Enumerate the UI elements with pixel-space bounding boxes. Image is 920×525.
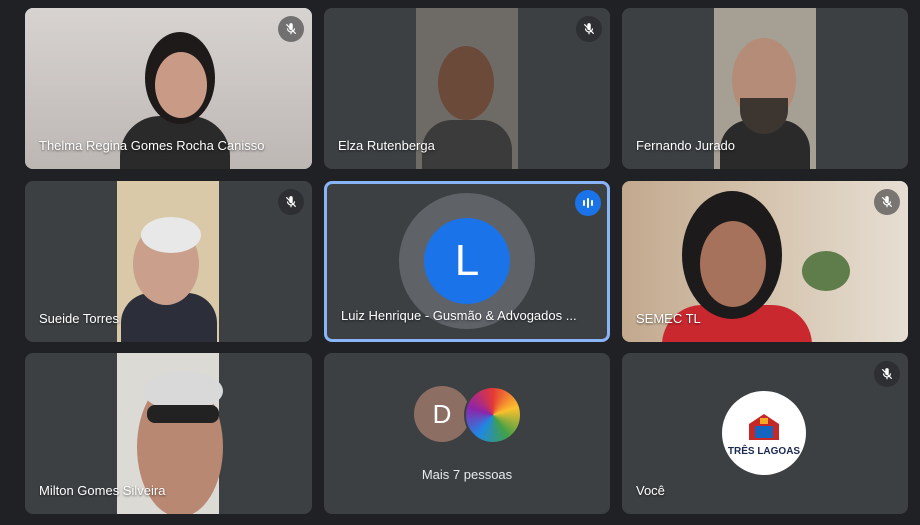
avatar-initial: D xyxy=(432,398,452,429)
participant-video xyxy=(117,181,219,342)
participant-tile-semec[interactable]: SEMEC TL xyxy=(622,181,908,342)
participant-tile-fernando[interactable]: Fernando Jurado xyxy=(622,8,908,169)
participant-name: Thelma Regina Gomes Rocha Canisso xyxy=(39,138,265,153)
logo-text: TRÊS LAGOAS xyxy=(727,445,801,457)
mic-off-icon xyxy=(874,189,900,215)
participant-name: Milton Gomes Silveira xyxy=(39,483,166,498)
participant-tile-thelma[interactable]: Thelma Regina Gomes Rocha Canisso xyxy=(25,8,312,169)
participant-name: Sueide Torres xyxy=(39,311,119,326)
participant-tile-elza[interactable]: Elza Rutenberga xyxy=(324,8,610,169)
participant-name: Fernando Jurado xyxy=(636,138,736,153)
avatar-initial: L xyxy=(454,236,480,285)
crest-icon xyxy=(749,413,779,440)
more-people-tile[interactable]: D Mais 7 pessoas xyxy=(324,353,610,514)
participant-name: Elza Rutenberga xyxy=(338,138,435,153)
avatar: D xyxy=(414,386,470,442)
mic-off-icon xyxy=(278,16,304,42)
more-people-label: Mais 7 pessoas xyxy=(421,467,513,482)
mic-off-icon xyxy=(874,361,900,387)
audio-level-icon xyxy=(575,190,601,216)
mic-off-icon xyxy=(278,189,304,215)
participant-name: SEMEC TL xyxy=(636,311,701,326)
participant-name: Você xyxy=(636,483,665,498)
city-logo: TRÊS LAGOAS xyxy=(722,391,806,475)
participant-tile-sueide[interactable]: Sueide Torres xyxy=(25,181,312,342)
avatar: L xyxy=(424,218,510,304)
participant-tile-luiz[interactable]: L Luiz Henrique - Gusmão & Advogados ... xyxy=(324,181,610,342)
mic-off-icon xyxy=(576,16,602,42)
participant-name: Luiz Henrique - Gusmão & Advogados ... xyxy=(341,308,577,323)
self-tile[interactable]: TRÊS LAGOAS Você xyxy=(622,353,908,514)
participant-tile-milton[interactable]: Milton Gomes Silveira xyxy=(25,353,312,514)
avatar-image xyxy=(464,386,522,444)
